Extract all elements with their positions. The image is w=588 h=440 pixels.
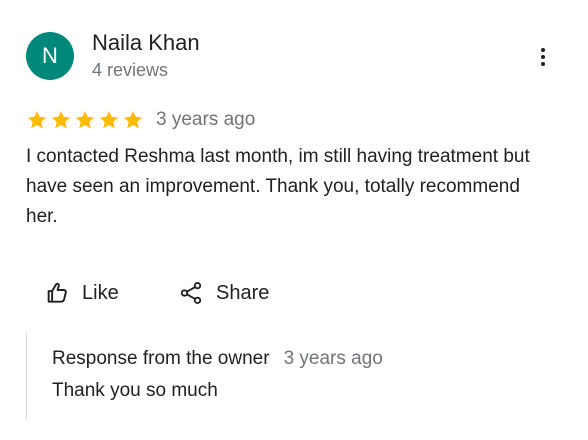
more-vert-icon-dot <box>541 62 545 66</box>
star-icon <box>27 111 47 129</box>
avatar[interactable]: N <box>26 32 74 80</box>
rating-row: 3 years ago <box>26 106 255 134</box>
more-vert-icon <box>541 48 545 52</box>
star-rating <box>26 109 144 131</box>
owner-response-text: Thank you so much <box>52 380 218 401</box>
share-icon <box>180 282 202 304</box>
owner-response-header: Response from the owner 3 years ago <box>52 348 383 370</box>
owner-response-title: Response from the owner <box>52 348 270 369</box>
more-options-button[interactable] <box>528 42 558 72</box>
star-icon <box>51 111 71 129</box>
review-card: N Naila Khan 4 reviews 3 years ago I con… <box>0 0 588 440</box>
star-icon <box>123 111 143 129</box>
reviewer-name[interactable]: Naila Khan <box>92 30 200 56</box>
like-label: Like <box>82 281 119 304</box>
owner-response-date: 3 years ago <box>283 348 383 369</box>
share-label: Share <box>216 281 270 304</box>
thumbs-up-icon <box>47 282 67 303</box>
share-button[interactable]: Share <box>178 275 269 311</box>
review-text: I contacted Reshma last month, im still … <box>26 146 530 227</box>
star-icon <box>75 111 95 129</box>
more-vert-icon-dot <box>541 55 545 59</box>
owner-response: Response from the owner 3 years ago Than… <box>26 334 547 420</box>
like-button[interactable]: Like <box>44 275 119 311</box>
review-date: 3 years ago <box>156 109 256 130</box>
star-icon <box>99 111 119 129</box>
review-count[interactable]: 4 reviews <box>92 59 168 81</box>
